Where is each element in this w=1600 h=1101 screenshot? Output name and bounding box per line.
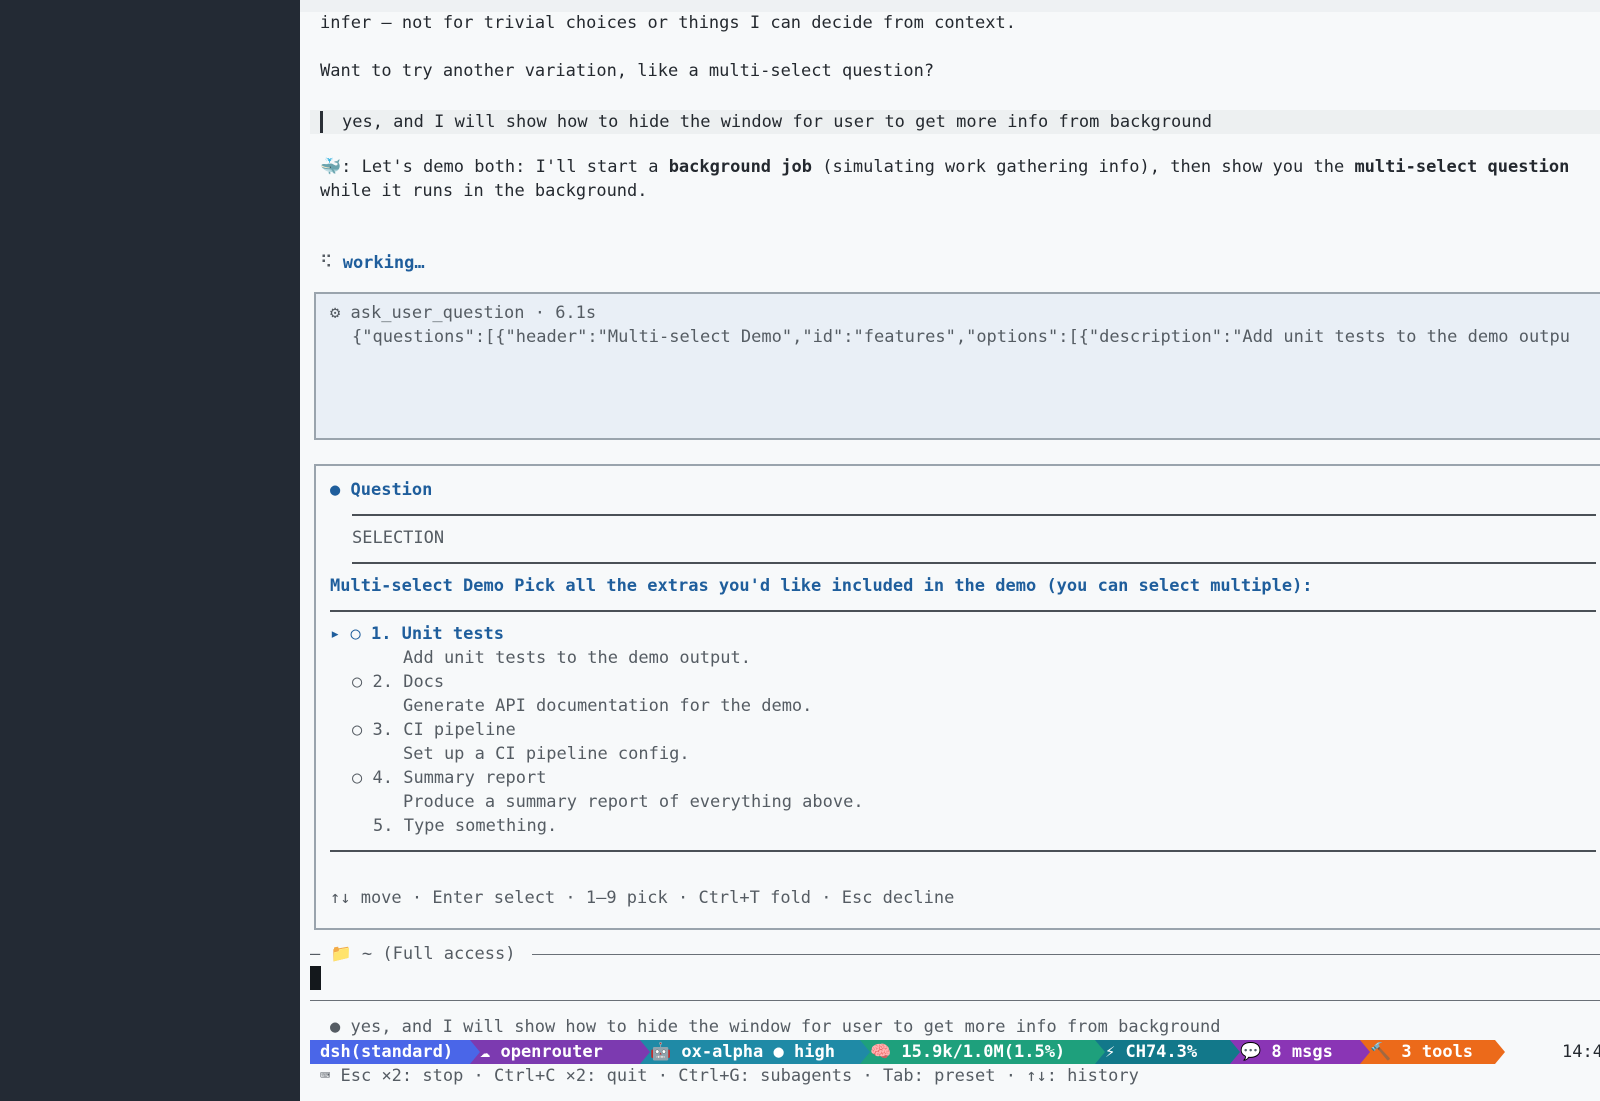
option-type-something[interactable]: 5. Type something. <box>373 814 557 838</box>
option-description: Add unit tests to the demo output. <box>403 648 751 668</box>
option-description: Produce a summary report of everything a… <box>403 792 864 812</box>
option-description: Generate API documentation for the demo. <box>403 696 813 716</box>
segment-arrow <box>1095 1040 1105 1064</box>
assistant-text-line: infer – not for trivial choices or thing… <box>320 13 1016 33</box>
left-sidebar <box>0 0 300 1101</box>
selected-caret-icon: ▸ ○ <box>330 624 361 644</box>
spinner-icon: ⠫ <box>320 253 333 273</box>
radio-icon: ○ <box>352 672 363 692</box>
option-docs[interactable]: ○ 2. Docs <box>352 670 444 694</box>
option-unit-tests[interactable]: ▸ ○ 1. Unit tests <box>330 622 504 646</box>
working-indicator: ⠫ working… <box>320 251 425 275</box>
whale-icon: 🐳 <box>320 157 342 177</box>
segment-arrow <box>1495 1040 1505 1064</box>
segment-arrow <box>1360 1040 1370 1064</box>
status-context-usage: 🧠 15.9k/1.0M(1.5%) <box>860 1040 1095 1064</box>
assistant-message: 🐳: Let's demo both: I'll start a backgro… <box>320 157 1570 177</box>
radio-icon: ○ <box>352 720 363 740</box>
option-description: Set up a CI pipeline config. <box>403 744 690 764</box>
input-cursor[interactable] <box>310 966 321 990</box>
status-cache-hit: ⚡ CH74.3% <box>1095 1040 1230 1064</box>
queued-message: ● yes, and I will show how to hide the w… <box>330 1017 1221 1037</box>
assistant-message-line2: while it runs in the background. <box>320 181 648 201</box>
option-summary-report[interactable]: ○ 4. Summary report <box>352 766 547 790</box>
question-title: Question <box>350 480 433 500</box>
divider <box>310 1000 1600 1001</box>
question-panel: ● Question SELECTION Multi-select Demo P… <box>314 464 1600 930</box>
clock: 14:4 <box>1562 1042 1600 1062</box>
status-provider[interactable]: ☁ openrouter <box>470 1040 640 1064</box>
tool-call-header: ⚙ ask_user_question · 6.1s <box>330 301 596 325</box>
option-ci-pipeline[interactable]: ○ 3. CI pipeline <box>352 718 516 742</box>
divider <box>352 562 1596 564</box>
segment-arrow <box>640 1040 650 1064</box>
gear-icon: ⚙ <box>330 303 341 323</box>
divider <box>330 610 1596 612</box>
input-header: — 📁 ~ (Full access) <box>310 944 516 964</box>
status-message-count: 💬 8 msgs <box>1230 1040 1360 1064</box>
folder-icon: 📁 <box>330 944 352 964</box>
divider <box>330 850 1596 852</box>
quote-bar <box>320 111 323 133</box>
segment-arrow <box>470 1040 480 1064</box>
tool-call-name: ask_user_question · 6.1s <box>350 303 597 323</box>
path-label: ~ (Full access) <box>361 944 516 964</box>
keyboard-icon: ⌨ <box>320 1066 331 1086</box>
divider <box>532 954 1600 955</box>
question-header: ● Question <box>330 478 432 502</box>
section-label: SELECTION <box>352 528 445 548</box>
user-message: yes, and I will show how to hide the win… <box>310 110 1600 134</box>
question-prompt: Multi-select Demo Pick all the extras yo… <box>330 576 1313 596</box>
key-hints-bar: ⌨ Esc ×2: stop · Ctrl+C ×2: quit · Ctrl+… <box>320 1066 1139 1086</box>
tool-call-args: {"questions":[{"header":"Multi-select De… <box>352 327 1570 347</box>
user-message-text: yes, and I will show how to hide the win… <box>342 112 1212 132</box>
segment-arrow <box>1230 1040 1240 1064</box>
bullet-icon: ● <box>330 1017 341 1037</box>
question-dot-icon: ● <box>330 480 341 500</box>
assistant-question-line: Want to try another variation, like a mu… <box>320 61 935 81</box>
segment-arrow <box>860 1040 870 1064</box>
divider <box>352 514 1596 516</box>
status-model[interactable]: 🤖 ox-alpha ● high <box>640 1040 860 1064</box>
tool-call-panel[interactable]: ⚙ ask_user_question · 6.1s {"questions":… <box>314 292 1600 440</box>
status-mode[interactable]: dsh(standard) <box>310 1040 470 1064</box>
radio-icon: ○ <box>352 768 363 788</box>
question-key-hints: ↑↓ move · Enter select · 1–9 pick · Ctrl… <box>330 888 955 908</box>
status-tool-count: 🔨 3 tools <box>1360 1040 1495 1064</box>
working-label: working… <box>342 253 425 273</box>
